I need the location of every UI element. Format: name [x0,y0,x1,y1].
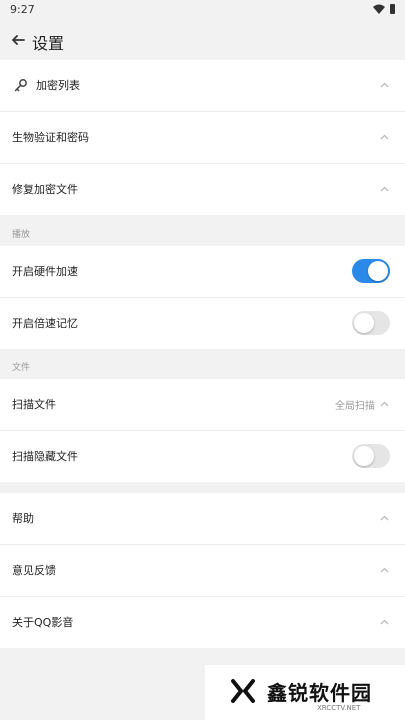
toggle-knob [368,261,388,281]
chevron-icon [380,134,389,140]
row-label: 生物验证和密码 [12,131,89,144]
row-label: 修复加密文件 [12,183,78,196]
row-hardware-acceleration: 开启硬件加速 [0,246,405,298]
row-encrypted-list[interactable]: 加密列表 [0,60,405,112]
row-label: 扫描隐藏文件 [12,450,78,463]
watermark-title: 鑫锐软件园 [267,681,372,705]
row-value: 全局扫描 [335,401,375,412]
about-group: 帮助 意见反馈 关于QQ影音 [0,493,405,648]
scan-hidden-files-toggle[interactable] [352,444,390,468]
toggle-knob [354,446,374,466]
row-scan-files[interactable]: 扫描文件 全局扫描 [0,379,405,431]
section-header-playback: 播放 [0,216,405,246]
row-feedback[interactable]: 意见反馈 [0,545,405,597]
row-label: 意见反馈 [12,564,56,577]
page-title: 设置 [32,34,65,53]
chevron-icon [380,186,389,192]
app-bar: 设置 [0,20,405,60]
chevron-icon [380,82,389,88]
playback-group: 开启硬件加速 开启倍速记忆 [0,246,405,349]
chevron-icon [380,619,389,625]
chevron-icon [380,567,389,573]
section-label: 文件 [12,363,31,373]
row-label: 扫描文件 [12,398,56,411]
battery-icon [390,4,395,14]
section-label: 播放 [12,230,31,240]
wifi-icon [373,4,385,14]
status-time: 9:27 [10,3,35,16]
row-biometric-password[interactable]: 生物验证和密码 [0,112,405,164]
section-header-files: 文件 [0,349,405,379]
row-repair-encrypted-files[interactable]: 修复加密文件 [0,164,405,215]
status-bar: 9:27 [0,0,405,20]
row-help[interactable]: 帮助 [0,493,405,545]
row-label: 开启硬件加速 [12,265,78,278]
row-speed-memory: 开启倍速记忆 [0,298,405,349]
chevron-icon [380,515,389,521]
row-about[interactable]: 关于QQ影音 [0,597,405,648]
row-label: 加密列表 [36,79,80,92]
hardware-acceleration-toggle[interactable] [352,259,390,283]
key-icon [14,79,27,92]
security-group: 加密列表 生物验证和密码 修复加密文件 [0,60,405,215]
back-arrow-icon[interactable] [10,32,26,48]
row-label: 开启倍速记忆 [12,317,78,330]
status-icons [373,4,395,14]
row-label: 帮助 [12,512,34,525]
files-group: 扫描文件 全局扫描 扫描隐藏文件 [0,379,405,482]
watermark: 鑫锐软件园 XRCCTV.NET [205,665,405,720]
watermark-subtitle: XRCCTV.NET [317,704,361,712]
toggle-knob [354,313,374,333]
speed-memory-toggle[interactable] [352,311,390,335]
row-scan-hidden-files: 扫描隐藏文件 [0,431,405,482]
row-label: 关于QQ影音 [12,616,74,629]
chevron-icon [380,401,389,407]
watermark-logo-icon [231,679,255,703]
